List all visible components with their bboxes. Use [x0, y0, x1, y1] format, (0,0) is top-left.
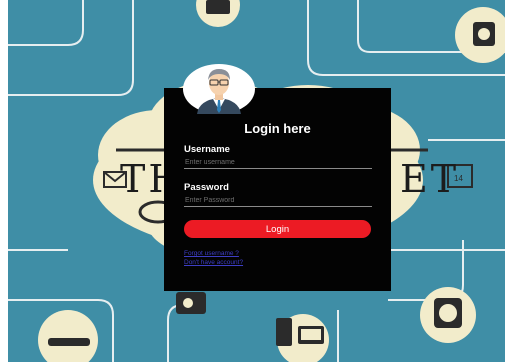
login-title: Login here — [244, 121, 311, 136]
username-label: Username — [184, 144, 230, 155]
background-text-right: ET — [400, 157, 460, 201]
password-label: Password — [184, 182, 229, 193]
username-input[interactable] — [184, 156, 372, 169]
user-avatar-icon — [183, 64, 255, 114]
calendar-day: 14 — [454, 174, 463, 183]
login-panel: Login here Username Password Login Forgo… — [164, 88, 391, 291]
login-button[interactable]: Login — [184, 220, 371, 238]
signup-link[interactable]: Don't have account? — [184, 259, 243, 266]
password-input[interactable] — [184, 194, 372, 207]
forgot-username-link[interactable]: Forgot username ? — [184, 250, 239, 257]
